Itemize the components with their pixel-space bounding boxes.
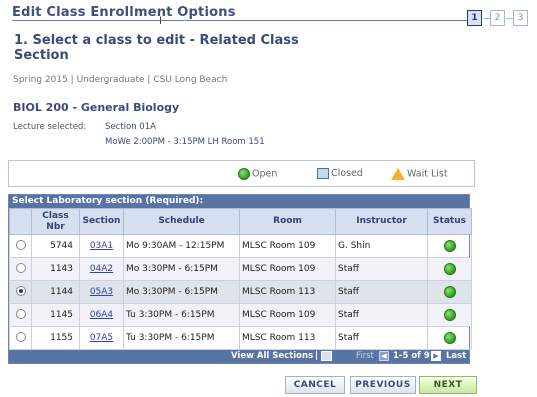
schedule: Tu 3:30PM - 6:15PM	[123, 303, 240, 327]
course-title: BIOL 200 - General Biology	[13, 101, 180, 114]
schedule: Mo 3:30PM - 6:15PM	[123, 280, 240, 304]
term-info: Spring 2015 | Undergraduate | CSU Long B…	[13, 75, 228, 85]
room: MLSC Room 109	[239, 234, 336, 258]
step-connector	[506, 18, 513, 19]
open-status-icon	[443, 263, 456, 275]
previous-button[interactable]: PREVIOUS	[350, 376, 416, 394]
table-header-row: Class Nbr Section Schedule Room Instruct…	[9, 208, 472, 235]
cancel-button[interactable]: CANCEL	[285, 376, 345, 394]
lecture-section: Section 01A	[105, 122, 156, 132]
row-range: 1-5 of 9	[393, 351, 430, 361]
section-link[interactable]: 05A3	[90, 287, 113, 297]
step-2: 2	[490, 10, 505, 26]
col-header-select	[9, 208, 32, 235]
header-divider	[12, 20, 467, 21]
legend-wait-list: Wait List	[391, 168, 448, 180]
next-page-icon[interactable]: ▶	[431, 351, 441, 361]
section-link[interactable]: 03A1	[90, 241, 113, 251]
open-status-icon	[443, 286, 456, 298]
class-nbr: 1143	[31, 257, 80, 281]
col-header-status: Status	[427, 208, 472, 235]
open-status-icon	[238, 168, 250, 180]
page-title: Edit Class Enrollment Options	[12, 5, 236, 20]
schedule: Mo 3:30PM - 6:15PM	[123, 257, 240, 281]
step-1: 1	[467, 10, 482, 26]
lab-section-grid: Select Laboratory section (Required): Cl…	[8, 194, 472, 364]
col-header-section: Section	[79, 208, 124, 235]
section-radio[interactable]	[15, 239, 26, 250]
table-row[interactable]: 5744 03A1 Mo 9:30AM - 12:15PM MLSC Room …	[9, 234, 472, 258]
view-all-sections-link[interactable]: View All Sections	[231, 351, 313, 361]
room: MLSC Room 109	[239, 257, 336, 281]
room: MLSC Room 109	[239, 303, 336, 327]
instructor: Staff	[335, 326, 428, 350]
table-row[interactable]: 1143 04A2 Mo 3:30PM - 6:15PM MLSC Room 1…	[9, 257, 472, 281]
col-header-schedule: Schedule	[123, 208, 240, 235]
schedule: Mo 9:30AM - 12:15PM	[123, 234, 240, 258]
col-header-class-nbr: Class Nbr	[31, 208, 80, 235]
open-status-icon	[443, 309, 456, 321]
status-legend: Open Closed Wait List	[8, 160, 475, 187]
wait-list-icon	[391, 168, 405, 180]
section-radio-selected[interactable]	[15, 285, 26, 296]
class-nbr: 1144	[31, 280, 80, 304]
last-link[interactable]: Last	[446, 351, 466, 361]
next-button[interactable]: NEXT	[419, 376, 477, 394]
section-radio[interactable]	[15, 331, 26, 342]
open-status-icon	[443, 332, 456, 344]
lecture-label: Lecture selected:	[13, 122, 87, 132]
section-link[interactable]: 06A4	[90, 310, 113, 320]
room: MLSC Room 113	[239, 280, 336, 304]
lecture-time: MoWe 2:00PM - 3:15PM LH Room 151	[105, 137, 265, 147]
instructor: Staff	[335, 257, 428, 281]
col-header-room: Room	[239, 208, 336, 235]
step-indicator: 1 2 3	[461, 10, 535, 30]
instructor: Staff	[335, 303, 428, 327]
class-nbr: 1145	[31, 303, 80, 327]
room: MLSC Room 113	[239, 326, 336, 350]
section-link[interactable]: 07A5	[90, 333, 113, 343]
section-radio[interactable]	[15, 308, 26, 319]
step-heading: 1. Select a class to edit - Related Clas…	[14, 33, 299, 63]
page-header: Edit Class Enrollment Options I	[4, 3, 533, 27]
previous-page-icon[interactable]: ◀	[379, 351, 389, 361]
open-status-icon	[443, 240, 456, 252]
table-row[interactable]: 1145 06A4 Tu 3:30PM - 6:15PM MLSC Room 1…	[9, 303, 472, 327]
class-nbr: 5744	[31, 234, 80, 258]
grid-footer: View All Sections | First ◀ 1-5 of 9 ▶ L…	[9, 350, 469, 363]
section-radio[interactable]	[15, 262, 26, 273]
zoom-grid-icon[interactable]	[321, 351, 332, 361]
table-row-selected[interactable]: 1144 05A3 Mo 3:30PM - 6:15PM MLSC Room 1…	[9, 280, 472, 304]
step-3: 3	[513, 10, 528, 26]
legend-open: Open	[238, 168, 277, 180]
legend-closed: Closed	[317, 168, 363, 179]
text-cursor-icon: I	[159, 15, 163, 27]
col-header-instructor: Instructor	[335, 208, 428, 235]
section-link[interactable]: 04A2	[90, 264, 113, 274]
instructor: G. Shin	[335, 234, 428, 258]
first-link[interactable]: First	[356, 351, 374, 361]
footer-separator: |	[315, 351, 319, 361]
closed-status-icon	[317, 168, 329, 179]
lab-section-table: Class Nbr Section Schedule Room Instruct…	[9, 208, 472, 350]
class-nbr: 1155	[31, 326, 80, 350]
schedule: Tu 3:30PM - 6:15PM	[123, 326, 240, 350]
step-connector	[483, 18, 490, 19]
grid-caption: Select Laboratory section (Required):	[9, 195, 469, 208]
instructor: Staff	[335, 280, 428, 304]
table-row[interactable]: 1155 07A5 Tu 3:30PM - 6:15PM MLSC Room 1…	[9, 326, 472, 350]
